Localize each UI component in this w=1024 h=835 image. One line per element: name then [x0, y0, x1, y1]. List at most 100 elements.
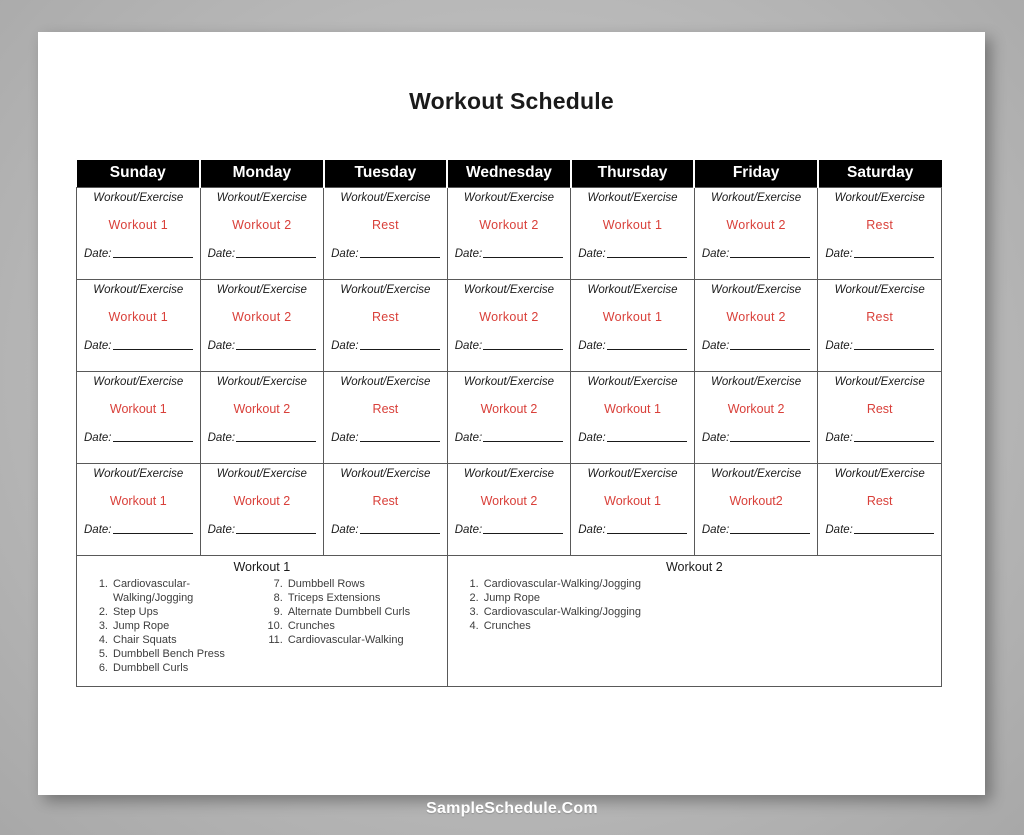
cell-date-field[interactable]: Date: [84, 340, 193, 352]
schedule-cell[interactable]: Workout/Exercise Workout 1 Date: [570, 463, 695, 556]
cell-label: Workout/Exercise [463, 376, 555, 388]
schedule-cell[interactable]: Workout/Exercise Workout 2 Date: [199, 279, 325, 372]
legend-item: 1. Cardiovascular-Walking/Jogging [87, 577, 262, 605]
cell-date-field[interactable]: Date: [825, 248, 934, 260]
cell-workout-value[interactable]: Workout 1 [578, 310, 687, 325]
schedule-cell[interactable]: Workout/Exercise Workout 2 Date: [446, 371, 572, 464]
cell-date-label: Date: [84, 524, 112, 537]
cell-date-label: Date: [454, 340, 483, 353]
schedule-cell[interactable]: Workout/Exercise Workout 2 Date: [693, 279, 819, 372]
cell-date-field[interactable]: Date: [702, 340, 811, 352]
cell-workout-value[interactable]: Workout 1 [578, 218, 687, 233]
schedule-cell[interactable]: Workout/Exercise Rest Date: [323, 463, 448, 556]
schedule-cell[interactable]: Workout/Exercise Workout 2 Date: [446, 463, 572, 556]
cell-workout-value[interactable]: Workout 2 [208, 494, 317, 509]
cell-date-field[interactable]: Date: [455, 248, 564, 260]
cell-date-field[interactable]: Date: [331, 340, 440, 352]
legend-item-number: 7. [273, 578, 283, 590]
schedule-cell[interactable]: Workout/Exercise Workout 1 Date: [570, 371, 695, 464]
cell-date-field[interactable]: Date: [825, 340, 934, 352]
cell-date-underline [606, 432, 687, 443]
schedule-cell[interactable]: Workout/Exercise Rest Date: [817, 279, 942, 372]
cell-workout-value[interactable]: Workout 2 [208, 402, 317, 417]
cell-date-field[interactable]: Date: [331, 248, 440, 260]
cell-workout-value[interactable]: Workout 2 [455, 494, 564, 509]
cell-date-field[interactable]: Date: [208, 248, 317, 260]
cell-date-field[interactable]: Date: [84, 524, 193, 536]
cell-date-field[interactable]: Date: [702, 524, 811, 536]
cell-date-field[interactable]: Date: [331, 524, 440, 536]
schedule-cell[interactable]: Workout/Exercise Rest Date: [817, 187, 942, 280]
schedule-cell[interactable]: Workout/Exercise Workout 2 Date: [199, 371, 325, 464]
cell-workout-value[interactable]: Workout 2 [455, 218, 564, 233]
cell-date-field[interactable]: Date: [578, 524, 687, 536]
cell-date-field[interactable]: Date: [455, 524, 564, 536]
legend-item: 9. Alternate Dumbbell Curls [262, 605, 437, 619]
cell-date-field[interactable]: Date: [455, 340, 564, 352]
cell-date-field[interactable]: Date: [702, 432, 811, 444]
cell-workout-value[interactable]: Rest [825, 310, 934, 325]
cell-label: Workout/Exercise [834, 192, 925, 204]
cell-workout-value[interactable]: Rest [331, 402, 440, 417]
cell-date-field[interactable]: Date: [702, 248, 811, 260]
schedule-cell[interactable]: Workout/Exercise Workout 2 Date: [693, 371, 819, 464]
cell-date-field[interactable]: Date: [208, 340, 317, 352]
cell-workout-value[interactable]: Workout 2 [702, 402, 811, 417]
cell-date-field[interactable]: Date: [208, 524, 317, 536]
cell-date-label: Date: [207, 340, 236, 353]
cell-date-field[interactable]: Date: [84, 248, 193, 260]
cell-workout-value[interactable]: Workout 1 [578, 402, 687, 417]
cell-date-field[interactable]: Date: [208, 432, 317, 444]
schedule-cell[interactable]: Workout/Exercise Workout 2 Date: [199, 187, 325, 280]
cell-date-label: Date: [331, 524, 359, 537]
legend-item: 6. Dumbbell Curls [87, 661, 262, 675]
cell-date-field[interactable]: Date: [578, 340, 687, 352]
cell-workout-value[interactable]: Rest [825, 402, 934, 417]
legend-item-text: Chair Squats [113, 634, 177, 647]
schedule-cell[interactable]: Workout/Exercise Workout 2 Date: [199, 463, 325, 556]
cell-workout-value[interactable]: Workout 2 [208, 218, 317, 233]
schedule-cell[interactable]: Workout/Exercise Workout 1 Date: [570, 187, 695, 280]
schedule-cell[interactable]: Workout/Exercise Workout 1 Date: [76, 279, 201, 372]
cell-date-field[interactable]: Date: [578, 248, 687, 260]
cell-date-field[interactable]: Date: [578, 432, 687, 444]
cell-label: Workout/Exercise [711, 376, 802, 388]
cell-workout-value[interactable]: Workout 1 [84, 310, 193, 325]
schedule-cell[interactable]: Workout/Exercise Rest Date: [323, 279, 448, 372]
cell-workout-value[interactable]: Rest [825, 218, 934, 233]
cell-workout-value[interactable]: Rest [331, 218, 440, 233]
legend-item-text: Alternate Dumbbell Curls [287, 606, 411, 619]
schedule-cell[interactable]: Workout/Exercise Rest Date: [323, 187, 448, 280]
schedule-cell[interactable]: Workout/Exercise Workout 2 Date: [693, 187, 819, 280]
cell-workout-value[interactable]: Workout 1 [84, 402, 193, 417]
schedule-cell[interactable]: Workout/Exercise Workout 1 Date: [76, 187, 201, 280]
cell-workout-value[interactable]: Workout 2 [702, 218, 811, 233]
cell-workout-value[interactable]: Workout 1 [84, 494, 193, 509]
cell-workout-value[interactable]: Workout 1 [578, 494, 687, 509]
cell-workout-value[interactable]: Rest [331, 494, 440, 509]
cell-date-label: Date: [207, 524, 236, 537]
cell-workout-value[interactable]: Workout 2 [702, 310, 811, 325]
schedule-cell[interactable]: Workout/Exercise Rest Date: [323, 371, 448, 464]
schedule-cell[interactable]: Workout/Exercise Workout 1 Date: [76, 463, 201, 556]
cell-workout-value[interactable]: Workout 2 [455, 310, 564, 325]
cell-workout-value[interactable]: Workout2 [702, 494, 811, 509]
cell-workout-value[interactable]: Rest [331, 310, 440, 325]
schedule-cell[interactable]: Workout/Exercise Workout 2 Date: [446, 187, 572, 280]
legend-item-number: 6. [98, 662, 108, 675]
cell-workout-value[interactable]: Rest [825, 494, 934, 509]
schedule-cell[interactable]: Workout/Exercise Rest Date: [817, 463, 942, 556]
schedule-cell[interactable]: Workout/Exercise Workout 1 Date: [570, 279, 695, 372]
cell-date-field[interactable]: Date: [331, 432, 440, 444]
schedule-cell[interactable]: Workout/Exercise Workout 2 Date: [446, 279, 572, 372]
cell-date-field[interactable]: Date: [84, 432, 193, 444]
cell-workout-value[interactable]: Workout 1 [84, 218, 193, 233]
cell-workout-value[interactable]: Workout 2 [455, 402, 564, 417]
cell-date-field[interactable]: Date: [825, 432, 934, 444]
cell-date-field[interactable]: Date: [455, 432, 564, 444]
schedule-cell[interactable]: Workout/Exercise Rest Date: [817, 371, 942, 464]
schedule-cell[interactable]: Workout/Exercise Workout2 Date: [693, 463, 819, 556]
cell-date-field[interactable]: Date: [825, 524, 934, 536]
cell-workout-value[interactable]: Workout 2 [208, 310, 317, 325]
schedule-cell[interactable]: Workout/Exercise Workout 1 Date: [76, 371, 201, 464]
